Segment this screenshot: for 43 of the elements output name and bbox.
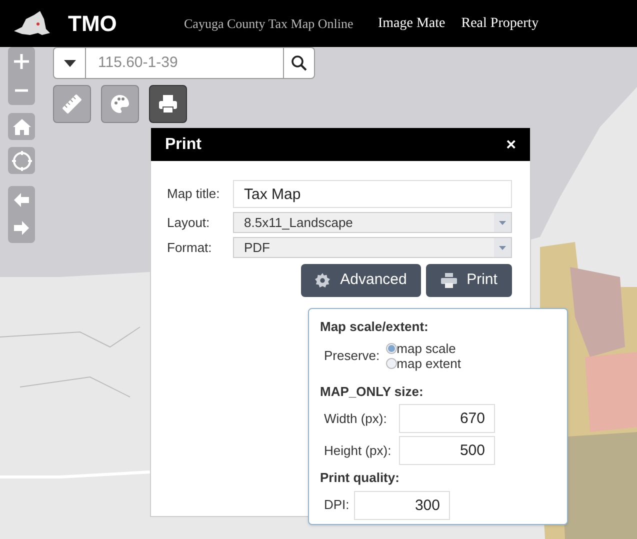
app-subtitle: Cayuga County Tax Map Online <box>184 14 354 33</box>
radio-button[interactable] <box>386 342 397 354</box>
header-link[interactable]: Real Property <box>461 13 539 34</box>
tool-button[interactable] <box>149 85 187 123</box>
printer-icon <box>440 273 457 288</box>
app-title: TMO <box>68 10 118 38</box>
field-label: DPI: <box>324 496 350 514</box>
radio-option[interactable]: map extent <box>386 356 461 370</box>
locate-button[interactable] <box>8 147 35 174</box>
caret-icon <box>494 238 511 257</box>
close-button[interactable]: × <box>506 132 516 158</box>
section-heading: MAP_ONLY size: <box>320 382 424 400</box>
field-label: Map title: <box>167 185 221 204</box>
search-field[interactable]: 115.60-1-39 <box>86 48 283 78</box>
caret-icon <box>64 60 76 66</box>
radio-option[interactable]: map scale <box>386 340 461 356</box>
caret-icon <box>494 213 511 232</box>
input-field[interactable]: Tax Map <box>233 180 512 208</box>
input-field[interactable]: 500 <box>399 436 495 465</box>
section-heading: Map scale/extent: <box>320 318 430 336</box>
input-field[interactable]: 670 <box>399 404 495 433</box>
field-label: Height (px): <box>324 442 392 460</box>
palette-icon <box>109 93 131 115</box>
field-label: Preserve: <box>324 346 380 365</box>
select-field[interactable]: 8.5x11_Landscape <box>233 212 512 233</box>
dialog-title: Print <box>165 134 202 154</box>
field-label: Layout: <box>167 214 211 232</box>
crosshair-icon <box>12 150 32 170</box>
field-label: Format: <box>167 238 213 257</box>
search-icon <box>291 55 307 71</box>
radio-button[interactable] <box>386 358 397 368</box>
dialog-button[interactable]: Advanced <box>301 264 421 297</box>
select-field[interactable]: PDF <box>233 237 512 258</box>
gear-icon <box>315 273 330 288</box>
home-icon <box>12 118 30 134</box>
printer-icon <box>157 93 179 115</box>
home-button[interactable] <box>8 113 35 140</box>
header-link[interactable]: Image Mate <box>378 13 446 34</box>
field-label: Width (px): <box>324 410 388 428</box>
search-bar[interactable]: 115.60-1-39 <box>53 47 315 79</box>
input-field[interactable]: 300 <box>354 490 450 520</box>
dialog-button[interactable]: Print <box>426 264 512 297</box>
section-heading: Print quality: <box>320 469 400 487</box>
